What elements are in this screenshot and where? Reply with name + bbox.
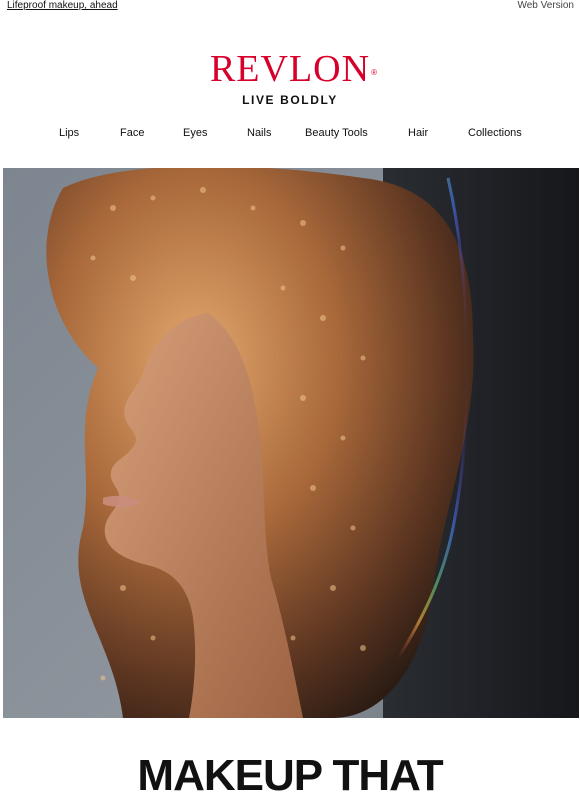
headline: MAKEUP THAT [137, 751, 443, 800]
brand-tagline: LIVE BOLDLY [242, 93, 338, 107]
brand-logo[interactable]: REVLON ® [209, 48, 377, 90]
nav-item-collections[interactable]: Collections [468, 127, 522, 139]
nav-item-lips[interactable]: Lips [59, 127, 79, 139]
main-nav: Lips Face Eyes Nails Beauty Tools Hair C… [0, 127, 580, 143]
brand-name: REVLON [209, 48, 371, 90]
nav-item-beauty-tools[interactable]: Beauty Tools [305, 127, 368, 139]
web-version-link[interactable]: Web Version [517, 0, 574, 11]
top-bar: Lifeproof makeup, ahead Web Version [0, 0, 580, 14]
nav-item-hair[interactable]: Hair [408, 127, 428, 139]
registered-mark: ® [371, 68, 379, 77]
preheader-link[interactable]: Lifeproof makeup, ahead [7, 0, 118, 11]
header: REVLON ® LIVE BOLDLY [0, 50, 580, 107]
hero-photo [3, 168, 579, 718]
nav-item-nails[interactable]: Nails [247, 127, 271, 139]
nav-item-face[interactable]: Face [120, 127, 144, 139]
hero-image[interactable] [3, 168, 579, 718]
nav-item-eyes[interactable]: Eyes [183, 127, 207, 139]
